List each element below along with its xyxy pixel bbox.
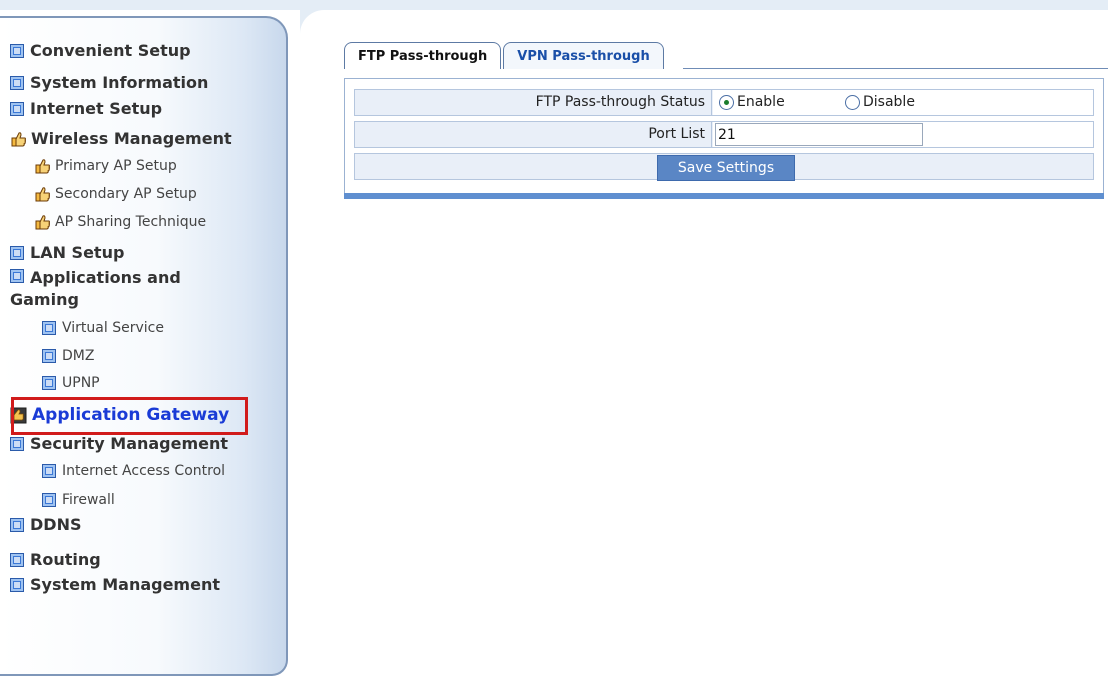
sidebar-item-label: DDNS — [30, 515, 82, 534]
port-label: Port List — [355, 122, 712, 147]
sidebar-item-label: Secondary AP Setup — [55, 186, 197, 202]
status-value: Enable Disable — [713, 90, 1093, 115]
sidebar-item-label: DMZ — [62, 348, 95, 364]
sidebar-item-ddns[interactable]: DDNS — [10, 515, 81, 534]
disable-label: Disable — [863, 94, 915, 110]
sidebar-item-firewall[interactable]: Firewall — [42, 492, 115, 508]
port-value — [713, 122, 1093, 147]
hand-icon — [35, 215, 50, 230]
square-icon — [42, 321, 56, 335]
square-icon — [10, 245, 24, 260]
sidebar-item-convenient-setup[interactable]: Convenient Setup — [10, 41, 191, 60]
sidebar-item-secondary-ap-setup[interactable]: Secondary AP Setup — [34, 186, 197, 202]
status-row: FTP Pass-through Status Enable Disable — [354, 89, 1094, 116]
sidebar-item-primary-ap-setup[interactable]: Primary AP Setup — [34, 158, 177, 174]
sidebar-item-wireless-management[interactable]: Wireless Management — [10, 129, 232, 148]
sidebar-item-label: Internet Access Control — [62, 463, 226, 479]
square-icon — [42, 493, 56, 507]
sidebar-item-label: Internet Setup — [30, 99, 163, 118]
sidebar-item-label: System Information — [30, 73, 209, 92]
hand-icon — [35, 159, 50, 174]
sidebar-item-label: Primary AP Setup — [55, 158, 177, 174]
sidebar-item-label: System Management — [30, 575, 220, 594]
sidebar-item-label: Firewall — [62, 492, 115, 508]
sidebar-item-virtual-service[interactable]: Virtual Service — [42, 320, 164, 336]
gateway-icon — [10, 407, 27, 423]
square-icon — [10, 436, 24, 451]
hand-icon — [35, 187, 50, 202]
sidebar-item-label: Routing — [30, 550, 101, 569]
sidebar-item-system-management[interactable]: System Management — [10, 575, 220, 594]
form-bottom-bar — [344, 193, 1104, 199]
top-strip — [0, 0, 1108, 10]
square-icon — [10, 552, 24, 567]
tab-bar: FTP Pass-through VPN Pass-through — [344, 42, 666, 69]
disable-radio[interactable]: Disable — [845, 94, 915, 111]
square-icon — [10, 75, 24, 90]
sidebar-item-internet-access-control[interactable]: Internet Access Control — [42, 463, 225, 479]
port-row: Port List — [354, 121, 1094, 148]
enable-label: Enable — [737, 94, 785, 110]
radio-selected-icon — [719, 95, 734, 110]
tab-vpn-pass-through[interactable]: VPN Pass-through — [503, 42, 664, 69]
sidebar-item-label: Applications and — [30, 268, 181, 287]
square-icon — [10, 43, 24, 58]
sidebar-item-label-continued: Gaming — [10, 290, 79, 309]
sidebar-item-label: Virtual Service — [62, 320, 164, 336]
sidebar-item-system-information[interactable]: System Information — [10, 73, 208, 92]
hand-icon — [11, 131, 26, 146]
sidebar-item-label: Wireless Management — [31, 129, 232, 148]
sidebar-item-label: Application Gateway — [32, 405, 230, 425]
square-icon — [42, 464, 56, 478]
square-icon — [10, 577, 24, 592]
tab-ftp-pass-through[interactable]: FTP Pass-through — [344, 42, 502, 69]
enable-radio[interactable]: Enable — [719, 94, 785, 111]
sidebar-item-label: Security Management — [30, 434, 229, 453]
sidebar-item-label: AP Sharing Technique — [55, 214, 207, 230]
sidebar-item-application-gateway[interactable]: Application Gateway — [10, 405, 229, 425]
save-settings-button[interactable]: Save Settings — [657, 155, 795, 181]
port-list-input[interactable] — [715, 123, 923, 146]
sidebar-item-label-group: Applications and Gaming — [10, 267, 181, 311]
sidebar-item-applications-and-gaming[interactable]: Applications and Gaming — [10, 267, 181, 311]
sidebar-item-dmz[interactable]: DMZ — [42, 348, 94, 364]
sidebar-item-ap-sharing-technique[interactable]: AP Sharing Technique — [34, 214, 206, 230]
square-icon — [10, 517, 24, 532]
sidebar-item-label: UPNP — [62, 375, 100, 391]
square-icon — [42, 376, 56, 390]
status-label: FTP Pass-through Status — [355, 90, 712, 115]
sidebar-item-upnp[interactable]: UPNP — [42, 375, 100, 391]
sidebar-item-routing[interactable]: Routing — [10, 550, 101, 569]
square-icon — [10, 101, 24, 116]
sidebar-item-internet-setup[interactable]: Internet Setup — [10, 99, 162, 118]
sidebar-item-lan-setup[interactable]: LAN Setup — [10, 243, 124, 262]
sidebar-item-label: Convenient Setup — [30, 41, 191, 60]
radio-unselected-icon — [845, 95, 860, 110]
square-icon — [10, 269, 24, 283]
square-icon — [42, 349, 56, 363]
tab-divider — [683, 68, 1108, 69]
sidebar-item-security-management[interactable]: Security Management — [10, 434, 228, 453]
sidebar-item-label: LAN Setup — [30, 243, 125, 262]
